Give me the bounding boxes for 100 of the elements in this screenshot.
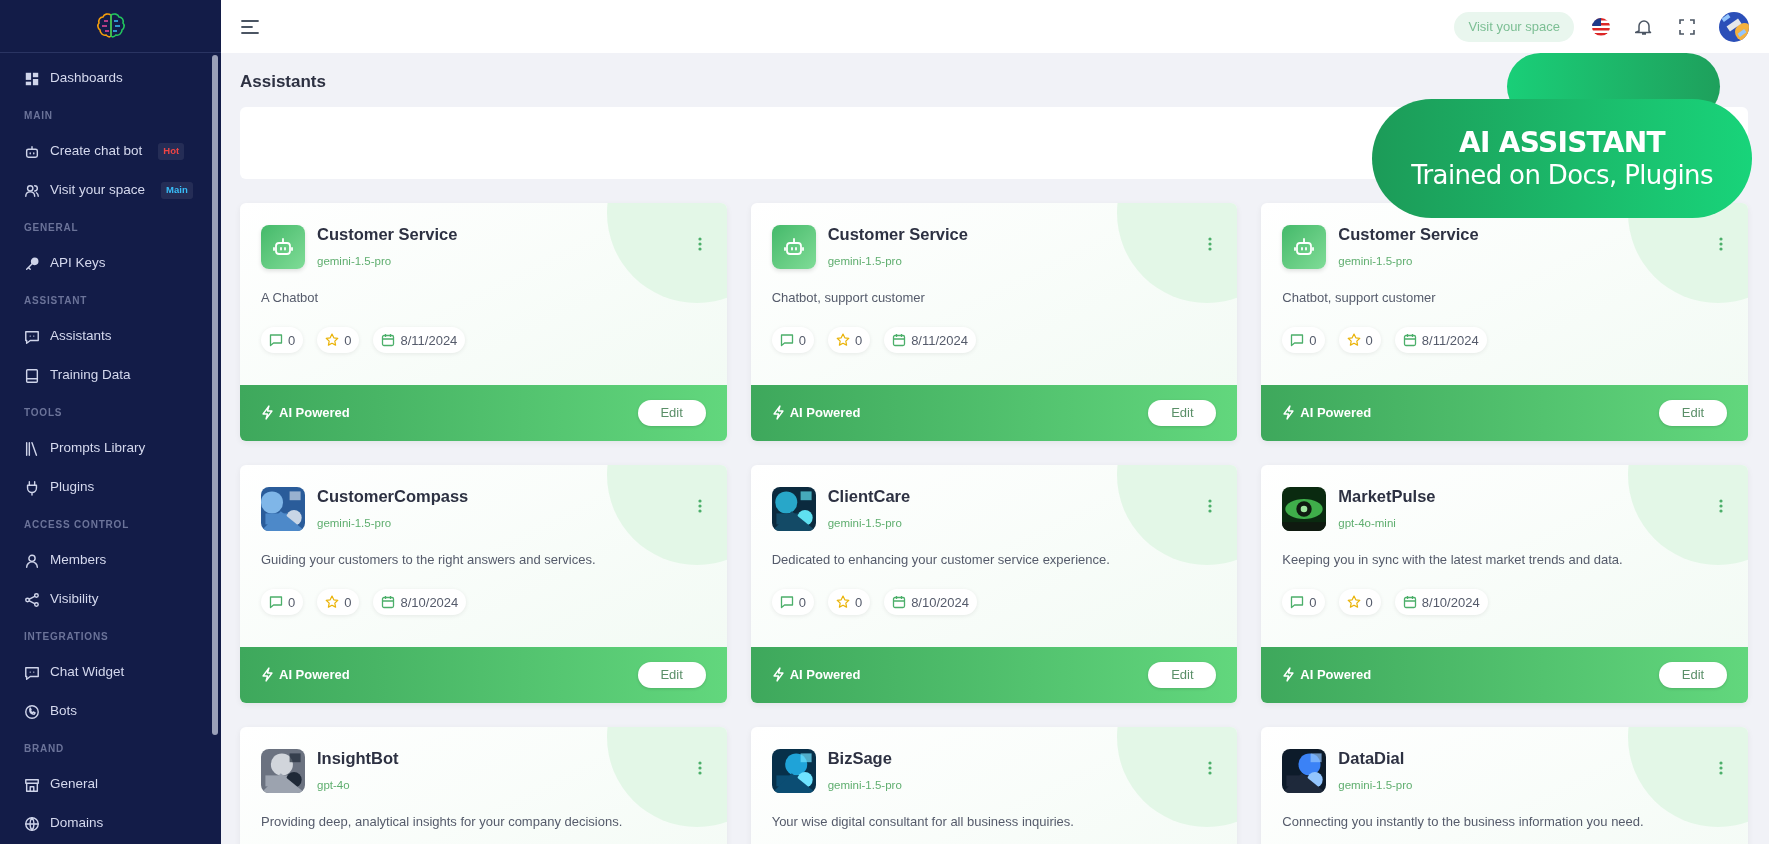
model-name: gemini-1.5-pro bbox=[827, 777, 903, 793]
sidebar-item-label: Bots bbox=[50, 702, 77, 721]
library-icon bbox=[24, 440, 40, 457]
more-options-icon[interactable] bbox=[697, 498, 702, 513]
assistant-name: CustomerCompass bbox=[317, 485, 470, 507]
badge: Main bbox=[161, 182, 193, 199]
section-heading: MAIN bbox=[24, 108, 53, 123]
star-count-value: 0 bbox=[854, 331, 863, 350]
star-count-value: 0 bbox=[344, 331, 352, 350]
footer-label: AI Powered bbox=[1300, 665, 1372, 684]
sidebar-item[interactable]: Dashboards bbox=[0, 59, 207, 98]
assistant-description: Dedicated to enhancing your customer service experience. bbox=[771, 550, 1111, 569]
star-icon bbox=[325, 333, 340, 348]
comment-count-value: 0 bbox=[1309, 331, 1317, 350]
sidebar-item[interactable]: Create chat bot Hot bbox=[0, 132, 207, 171]
calendar-icon bbox=[1402, 595, 1417, 610]
sidebar-item[interactable]: API Keys bbox=[0, 244, 207, 283]
sidebar-item-label: Plugins bbox=[50, 478, 95, 497]
assistant-name: MarketPulse bbox=[1338, 485, 1437, 507]
sidebar-item[interactable]: Chat Widget bbox=[0, 653, 207, 692]
more-options-icon[interactable] bbox=[1719, 498, 1723, 513]
robot-icon bbox=[782, 235, 805, 258]
sidebar-item-label: Create chat bot bbox=[50, 142, 143, 161]
edit-button[interactable]: Edit bbox=[1659, 661, 1727, 688]
sidebar-item-label: Visit your space bbox=[50, 181, 146, 200]
sidebar-item[interactable]: Plugins bbox=[0, 468, 207, 507]
sidebar-item[interactable]: Visit your space Main bbox=[0, 171, 207, 210]
edit-button[interactable]: Edit bbox=[1148, 661, 1217, 688]
edit-button[interactable]: Edit bbox=[637, 399, 706, 426]
sidebar-item[interactable]: Bots bbox=[0, 692, 207, 731]
us-flag-icon[interactable] bbox=[1591, 16, 1611, 37]
more-options-icon[interactable] bbox=[1208, 498, 1213, 513]
sidebar-item[interactable]: Domains bbox=[0, 804, 207, 843]
assistant-description: Connecting you instantly to the business information you need. bbox=[1282, 812, 1645, 831]
calendar-icon bbox=[381, 333, 396, 348]
robot-icon bbox=[24, 143, 40, 160]
globe-icon bbox=[24, 815, 40, 832]
edit-button[interactable]: Edit bbox=[1659, 399, 1727, 426]
comment-count-value: 0 bbox=[288, 331, 296, 350]
footer-label: AI Powered bbox=[279, 403, 350, 422]
sidebar-item[interactable]: Prompts Library bbox=[0, 429, 207, 468]
star-count-value: 0 bbox=[1365, 331, 1373, 350]
model-name: gemini-1.5-pro bbox=[827, 515, 903, 531]
menu-icon[interactable] bbox=[241, 19, 259, 34]
lightning-icon bbox=[261, 405, 274, 420]
share-icon bbox=[24, 591, 40, 608]
brain-logo-icon bbox=[95, 11, 126, 41]
chat-icon bbox=[24, 328, 40, 345]
comment-icon bbox=[269, 595, 283, 610]
more-options-icon[interactable] bbox=[1719, 236, 1723, 251]
assistant-description: A Chatbot bbox=[261, 288, 320, 307]
more-options-icon[interactable] bbox=[1208, 236, 1213, 251]
lightning-icon bbox=[1282, 405, 1296, 420]
comment-icon bbox=[1290, 333, 1305, 348]
plug-icon bbox=[24, 479, 40, 496]
star-icon bbox=[1346, 595, 1361, 610]
store-icon bbox=[24, 776, 40, 793]
dashboard-icon bbox=[24, 70, 40, 87]
footer-label: AI Powered bbox=[789, 403, 861, 422]
robot-icon bbox=[1293, 235, 1316, 258]
created-date-value: 8/10/2024 bbox=[1421, 593, 1480, 612]
sidebar-item[interactable]: Visibility bbox=[0, 580, 207, 619]
comment-icon bbox=[269, 333, 283, 348]
more-options-icon[interactable] bbox=[1719, 760, 1723, 775]
comment-icon bbox=[1290, 595, 1305, 610]
sidebar-item[interactable]: Members bbox=[0, 541, 207, 580]
edit-button[interactable]: Edit bbox=[637, 661, 706, 688]
more-options-icon[interactable] bbox=[697, 236, 702, 251]
lightning-icon bbox=[261, 667, 274, 682]
assistant-name: Customer Service bbox=[827, 223, 969, 245]
scrollbar[interactable] bbox=[212, 55, 218, 735]
promo-subtitle: Trained on Docs, Plugins bbox=[1411, 158, 1713, 191]
assistant-description: Providing deep, analytical insights for your company decisions. bbox=[261, 812, 624, 831]
sidebar-item-label: Visibility bbox=[50, 590, 99, 609]
assistant-description: Your wise digital consultant for all business inquiries. bbox=[771, 812, 1075, 831]
more-options-icon[interactable] bbox=[697, 760, 702, 775]
notification-bell-icon[interactable] bbox=[1635, 17, 1653, 36]
created-date-value: 8/10/2024 bbox=[911, 593, 969, 612]
section-heading: BRAND bbox=[24, 741, 65, 756]
sidebar-item-label: General bbox=[50, 775, 99, 794]
assistant-description: Chatbot, support customer bbox=[1282, 288, 1437, 307]
calendar-icon bbox=[892, 333, 907, 348]
footer-label: AI Powered bbox=[279, 665, 350, 684]
sidebar-item[interactable]: General bbox=[0, 765, 207, 804]
edit-button[interactable]: Edit bbox=[1148, 399, 1217, 426]
badge: Hot bbox=[158, 143, 185, 160]
more-options-icon[interactable] bbox=[1208, 760, 1213, 775]
sidebar-item[interactable]: Assistants bbox=[0, 317, 207, 356]
sidebar-item[interactable]: Training Data bbox=[0, 356, 207, 395]
fullscreen-icon[interactable] bbox=[1679, 18, 1695, 35]
assistant-name: Customer Service bbox=[1338, 223, 1480, 245]
section-heading: ASSISTANT bbox=[24, 293, 88, 308]
section-heading: GENERAL bbox=[24, 220, 79, 235]
model-name: gpt-4o-mini bbox=[1338, 515, 1397, 531]
robot-icon bbox=[272, 235, 294, 258]
model-name: gemini-1.5-pro bbox=[827, 253, 903, 269]
key-icon bbox=[24, 255, 40, 272]
sidebar-item-label: API Keys bbox=[50, 254, 106, 273]
model-name: gemini-1.5-pro bbox=[317, 253, 393, 269]
assistant-name: DataDial bbox=[1338, 747, 1406, 769]
